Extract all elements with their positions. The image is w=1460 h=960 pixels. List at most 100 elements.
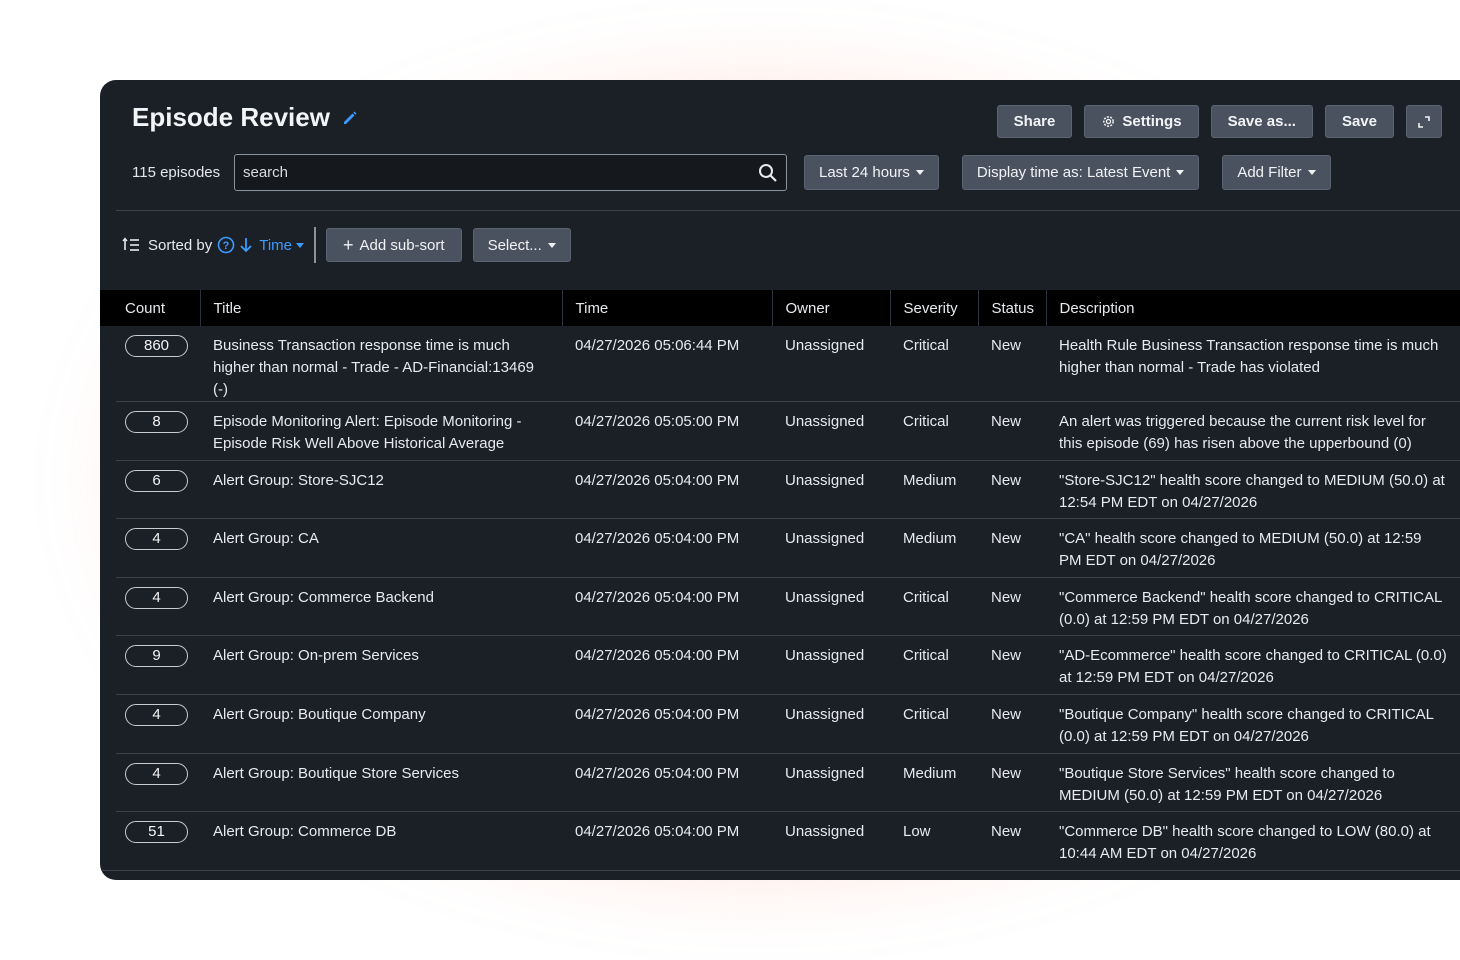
arrow-down-icon[interactable] <box>239 236 253 254</box>
cell-title[interactable]: Alert Group: CA <box>200 518 562 578</box>
count-badge: 4 <box>125 703 188 726</box>
table-row[interactable]: 51 Alert Group: Commerce DB 04/27/2026 0… <box>100 811 1460 871</box>
cell-title[interactable]: Business Transaction response time is mu… <box>200 326 562 402</box>
expand-icon <box>1418 115 1430 128</box>
cell-title[interactable]: Alert Group: On-prem Services <box>200 635 562 695</box>
cell-title[interactable]: Alert Group: Store-SJC12 <box>200 460 562 520</box>
count-badge: 4 <box>125 528 188 551</box>
search-input[interactable] <box>243 164 723 181</box>
cell-description: "Store-SJC12" health score changed to ME… <box>1046 460 1460 520</box>
cell-time: 04/27/2026 05:04:00 PM <box>562 811 772 871</box>
select-dropdown[interactable]: Select... <box>472 228 571 262</box>
episode-count: 115 episodes <box>132 164 221 181</box>
cell-owner: Unassigned <box>772 635 890 695</box>
cell-owner: Unassigned <box>772 694 890 754</box>
cell-description: "Commerce DB" health score changed to LO… <box>1046 811 1460 871</box>
column-header-description[interactable]: Description <box>1045 290 1460 326</box>
sort-field-dropdown[interactable]: Time <box>259 237 304 254</box>
cell-title[interactable]: Episode Monitoring Alert: Episode Monito… <box>200 401 562 461</box>
table-row[interactable]: 860 Business Transaction response time i… <box>100 326 1460 402</box>
filter-toolbar: 115 episodes Last 24 hours Display time … <box>132 154 1460 191</box>
display-time-dropdown[interactable]: Display time as: Latest Event <box>961 155 1200 190</box>
cell-status: New <box>978 635 1046 695</box>
table-row[interactable]: 4 Alert Group: Boutique Company 04/27/20… <box>100 694 1460 754</box>
sort-bar: Sorted by ? Time + Add sub-sort Select..… <box>122 227 571 263</box>
settings-button[interactable]: Settings <box>1084 105 1199 138</box>
column-header-owner[interactable]: Owner <box>771 290 890 326</box>
expand-button[interactable] <box>1406 105 1442 138</box>
count-badge: 4 <box>125 586 188 609</box>
sort-separator <box>314 227 316 263</box>
cell-status: New <box>978 753 1046 813</box>
cell-title[interactable]: Alert Group: Commerce Backend <box>200 577 562 637</box>
cell-owner: Unassigned <box>772 753 890 813</box>
cell-severity: Critical <box>890 694 978 754</box>
cell-status: New <box>978 811 1046 871</box>
row-line-inset <box>100 326 116 854</box>
count-badge: 4 <box>125 762 188 785</box>
column-header-title[interactable]: Title <box>199 290 562 326</box>
table-header-row: Count Title Time Owner Severity Status D… <box>100 290 1460 326</box>
caret-down-icon <box>1176 170 1185 175</box>
column-header-severity[interactable]: Severity <box>889 290 978 326</box>
cell-description: "CA" health score changed to MEDIUM (50.… <box>1046 518 1460 578</box>
cell-time: 04/27/2026 05:06:44 PM <box>562 326 772 402</box>
table-row[interactable]: 4 Alert Group: CA 04/27/2026 05:04:00 PM… <box>100 518 1460 578</box>
sort-label: Sorted by <box>148 236 213 254</box>
table-row[interactable]: 4 Alert Group: Commerce Backend 04/27/20… <box>100 577 1460 637</box>
cell-title[interactable]: Alert Group: Boutique Company <box>200 694 562 754</box>
search-box[interactable] <box>234 154 787 191</box>
cell-description: "AD-Ecommerce" health score changed to C… <box>1046 635 1460 695</box>
cell-severity: Low <box>890 811 978 871</box>
toolbar-divider <box>116 210 1460 211</box>
add-sub-sort-button[interactable]: + Add sub-sort <box>326 228 462 262</box>
save-as-button[interactable]: Save as... <box>1210 105 1313 138</box>
cell-title[interactable]: Alert Group: Commerce DB <box>200 811 562 871</box>
header-actions: Share Settings Save as... Save <box>996 105 1442 138</box>
column-header-count[interactable]: Count <box>100 290 200 326</box>
cell-time: 04/27/2026 05:04:00 PM <box>562 577 772 637</box>
column-header-status[interactable]: Status <box>977 290 1046 326</box>
cell-status: New <box>978 518 1046 578</box>
cell-severity: Critical <box>890 326 978 402</box>
cell-severity: Medium <box>890 460 978 520</box>
caret-down-icon <box>1307 170 1316 175</box>
cell-severity: Critical <box>890 577 978 637</box>
cell-time: 04/27/2026 05:05:00 PM <box>562 401 772 461</box>
count-badge: 8 <box>125 411 188 433</box>
cell-severity: Critical <box>890 401 978 461</box>
cell-severity: Medium <box>890 753 978 813</box>
table-row[interactable]: 6 Alert Group: Store-SJC12 04/27/2026 05… <box>100 460 1460 520</box>
cell-description: "Boutique Store Services" health score c… <box>1046 753 1460 813</box>
cell-severity: Medium <box>890 518 978 578</box>
table-row[interactable]: 8 Episode Monitoring Alert: Episode Moni… <box>100 401 1460 461</box>
cell-time: 04/27/2026 05:04:00 PM <box>562 753 772 813</box>
count-badge: 6 <box>125 469 188 492</box>
cell-status: New <box>978 326 1046 402</box>
table-row[interactable]: 9 Alert Group: On-prem Services 04/27/20… <box>100 635 1460 695</box>
plus-icon: + <box>343 235 354 255</box>
table-row[interactable]: 4 Alert Group: Boutique Store Services 0… <box>100 753 1460 813</box>
cell-owner: Unassigned <box>772 401 890 461</box>
cell-status: New <box>978 460 1046 520</box>
count-badge: 860 <box>125 335 188 357</box>
svg-text:?: ? <box>223 240 230 252</box>
cell-title[interactable]: Alert Group: Boutique Store Services <box>200 753 562 813</box>
cell-status: New <box>978 577 1046 637</box>
pencil-icon[interactable] <box>342 110 358 126</box>
cell-severity: Critical <box>890 635 978 695</box>
cell-time: 04/27/2026 05:04:00 PM <box>562 460 772 520</box>
caret-down-icon <box>296 242 304 248</box>
page-title: Episode Review <box>132 102 358 133</box>
sort-list-icon <box>122 237 139 251</box>
episode-review-panel: Episode Review Share Settings Save as...… <box>100 80 1460 880</box>
help-icon[interactable]: ? <box>217 236 235 254</box>
count-badge: 9 <box>125 645 188 668</box>
time-range-dropdown[interactable]: Last 24 hours <box>804 155 939 190</box>
add-filter-dropdown[interactable]: Add Filter <box>1222 155 1331 190</box>
search-icon[interactable] <box>758 163 778 183</box>
gear-icon <box>1103 116 1115 127</box>
column-header-time[interactable]: Time <box>561 290 772 326</box>
save-button[interactable]: Save <box>1324 105 1394 138</box>
share-button[interactable]: Share <box>996 105 1073 138</box>
